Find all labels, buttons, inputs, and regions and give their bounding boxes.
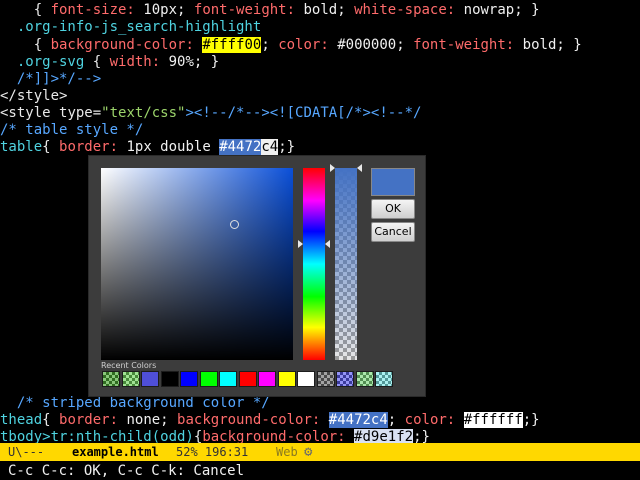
recent-color-swatch[interactable] <box>336 371 354 387</box>
buffer-state: U\--- <box>8 445 45 459</box>
recent-color-swatch[interactable] <box>199 371 218 387</box>
recent-color-swatch[interactable] <box>355 371 374 387</box>
color-field-cursor[interactable] <box>230 220 239 229</box>
alpha-slider[interactable] <box>335 168 357 360</box>
saturation-value-field[interactable] <box>101 168 293 360</box>
alpha-marker-right-icon[interactable] <box>357 164 362 172</box>
code-line-7: <style type="text/css"><!--/*--><![CDATA… <box>0 105 422 121</box>
recent-color-swatch[interactable] <box>121 371 140 387</box>
recent-color-swatch[interactable] <box>238 371 257 387</box>
recent-color-swatch[interactable] <box>102 371 120 387</box>
code-line-1: { font-size: 10px; font-weight: bold; wh… <box>0 2 540 18</box>
code-line-8: /* table style */ <box>0 122 144 138</box>
color-picker-dialog: OK Cancel Recent Colors <box>88 155 426 397</box>
code-line-10: /* striped background color */ <box>0 395 270 411</box>
mode-line: U\--- example.html 52% 196:31 Web ⚙ <box>0 443 640 461</box>
text-cursor: c4 <box>261 139 279 155</box>
minibuffer: C-c C-c: OK, C-c C-k: Cancel <box>8 463 245 479</box>
buffer-position: 52% 196:31 <box>176 445 249 459</box>
major-mode[interactable]: Web <box>276 443 298 461</box>
recent-color-swatch[interactable] <box>219 371 237 387</box>
recent-color-swatch[interactable] <box>180 371 198 387</box>
color-preview <box>371 168 415 196</box>
color-swatch-text: #ffff00 <box>202 37 262 53</box>
buffer-name[interactable]: example.html <box>72 443 159 461</box>
code-line-5: /*]]>*/--> <box>0 71 102 87</box>
code-line-4: .org-svg { width: 90%; } <box>0 54 220 70</box>
cancel-button[interactable]: Cancel <box>371 222 415 242</box>
code-line-2: .org-info-js_search-highlight <box>0 19 262 35</box>
alpha-marker-left-icon[interactable] <box>330 164 335 172</box>
recent-colors-label: Recent Colors <box>101 361 157 370</box>
code-line-3: { background-color: #ffff00; color: #000… <box>0 37 582 53</box>
recent-color-swatch[interactable] <box>258 371 276 387</box>
recent-color-swatch[interactable] <box>297 371 315 387</box>
recent-color-swatch[interactable] <box>160 371 179 387</box>
recent-color-swatch[interactable] <box>277 371 296 387</box>
code-line-9: table{ border: 1px double #4472c4;} <box>0 139 296 155</box>
code-line-6: </style> <box>0 88 68 104</box>
gear-icon[interactable]: ⚙ <box>304 443 312 461</box>
ok-button[interactable]: OK <box>371 199 415 219</box>
hue-marker-left-icon[interactable] <box>298 240 303 248</box>
recent-color-swatch[interactable] <box>316 371 335 387</box>
code-line-11: thead{ border: none; background-color: #… <box>0 412 540 428</box>
recent-color-swatch[interactable] <box>141 371 159 387</box>
hue-marker-right-icon[interactable] <box>325 240 330 248</box>
recent-color-swatch[interactable] <box>375 371 393 387</box>
hue-slider[interactable] <box>303 168 325 360</box>
